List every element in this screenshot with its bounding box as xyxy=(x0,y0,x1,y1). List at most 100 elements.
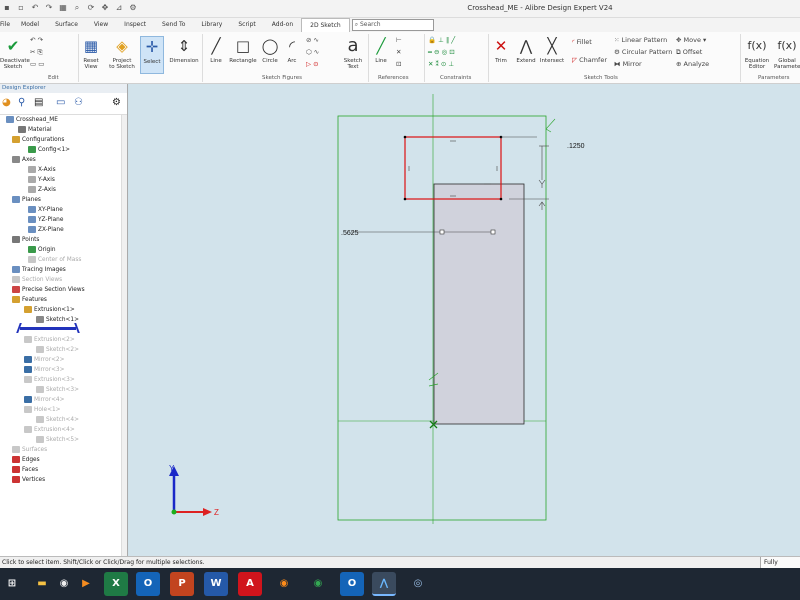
paste-icon[interactable]: ▭ ▭ xyxy=(30,60,44,68)
chrome-icon-2[interactable]: ◉ xyxy=(306,572,330,596)
rollback-bar[interactable] xyxy=(16,323,80,333)
chrome-icon[interactable]: ◉ xyxy=(52,572,76,596)
tree-item[interactable]: Section Views xyxy=(12,275,62,285)
tree-scrollbar[interactable] xyxy=(121,115,127,556)
lock-icon[interactable]: 🔒 ⊥ ∥ ╱ xyxy=(428,36,455,44)
select-button[interactable]: ✛ Select xyxy=(140,36,164,74)
outlook-icon-2[interactable]: O xyxy=(340,572,364,596)
hierarchy-icon[interactable]: ⚇ xyxy=(74,97,83,108)
tree-item[interactable]: Features xyxy=(12,295,47,305)
menu-2d-sketch[interactable]: 2D Sketch xyxy=(301,18,350,32)
vertex-point[interactable] xyxy=(403,135,407,139)
dimension-handle[interactable] xyxy=(490,229,496,235)
linear-pattern-button[interactable]: ⁙ Linear Pattern xyxy=(614,36,667,44)
tree-item[interactable]: Mirror<3> xyxy=(24,365,64,375)
outlook-icon[interactable]: O xyxy=(136,572,160,596)
extrusion-face[interactable] xyxy=(433,183,525,425)
tree-item[interactable]: X-Axis xyxy=(28,165,56,175)
firefox-icon[interactable]: ◉ xyxy=(272,572,296,596)
gear-icon[interactable]: ⚙ xyxy=(112,97,121,108)
coincident-icon[interactable]: ✕ ⁑ ⊙ ⊥ xyxy=(428,60,454,68)
tree-item[interactable]: Sketch<5> xyxy=(36,435,79,445)
reset-view-button[interactable]: ▦ Reset View xyxy=(80,36,102,74)
analyze-button[interactable]: ⊕ Analyze xyxy=(676,60,709,68)
circular-pattern-button[interactable]: ⚙ Circular Pattern xyxy=(614,48,672,56)
menu-file[interactable]: File xyxy=(0,18,13,32)
dimension-button[interactable]: ⇕ Dimension xyxy=(168,36,200,74)
chamfer-button[interactable]: ◸ Chamfer xyxy=(572,56,607,64)
vertex-point[interactable] xyxy=(403,197,407,201)
tree-item[interactable]: Tracing Images xyxy=(12,265,66,275)
global-parameters-button[interactable]: f(x) Global Parameters xyxy=(774,36,800,74)
offset-button[interactable]: ⧉ Offset xyxy=(676,48,702,56)
tree-item[interactable]: Vertices xyxy=(12,475,45,485)
project-to-sketch-button[interactable]: ◈ Project to Sketch xyxy=(108,36,136,74)
tangent-icon[interactable]: ═ ⊖ ◎ ⊡ xyxy=(428,48,455,56)
tree-item[interactable]: XY-Plane xyxy=(28,205,63,215)
tree-item[interactable]: Points xyxy=(12,235,39,245)
point-icon[interactable]: ▷ ⊙ xyxy=(306,60,319,68)
tree-item[interactable]: Edges xyxy=(12,455,40,465)
reference-plane-icon[interactable]: ⊡ xyxy=(396,60,401,68)
powerpoint-icon[interactable]: P xyxy=(170,572,194,596)
excel-icon[interactable]: X xyxy=(104,572,128,596)
circle-button[interactable]: ◯ Circle xyxy=(260,36,280,74)
viewport[interactable]: .1250 .5625 Y Z xyxy=(129,84,800,556)
color-wheel-icon[interactable]: ◕ xyxy=(2,97,11,108)
list-icon[interactable]: ▤ xyxy=(34,97,43,108)
menu-surface[interactable]: Surface xyxy=(47,18,86,32)
tree-item[interactable]: Planes xyxy=(12,195,41,205)
menu-add-on[interactable]: Add-on xyxy=(264,18,301,32)
dimension-left-label[interactable]: .5625 xyxy=(341,230,359,237)
trim-button[interactable]: ✕ Trim xyxy=(490,36,512,74)
move-button[interactable]: ✥ Move ▾ xyxy=(676,36,706,44)
cut-icon[interactable]: ✂ ⎘ xyxy=(30,48,43,56)
deactivate-sketch-button[interactable]: ✔ Deactivate Sketch xyxy=(0,36,30,74)
sketch-text-button[interactable]: a Sketch Text xyxy=(340,36,366,74)
media-player-icon[interactable]: ▶ xyxy=(74,572,98,596)
tree-item[interactable]: Sketch<3> xyxy=(36,385,79,395)
spline-icon[interactable]: ⬡ ∿ xyxy=(306,48,319,56)
undo-icon[interactable]: ↶ ↷ xyxy=(30,36,43,44)
vertex-point[interactable] xyxy=(499,197,503,201)
monitor-icon[interactable]: ▭ xyxy=(56,97,65,108)
tree-item[interactable]: Axes xyxy=(12,155,36,165)
fillet-button[interactable]: ◜ Fillet xyxy=(572,38,592,46)
tree-icon[interactable]: ⚲ xyxy=(18,97,25,108)
reference-point-icon[interactable]: ⊢ xyxy=(396,36,402,44)
word-icon[interactable]: W xyxy=(204,572,228,596)
tree-item[interactable]: Precise Section Views xyxy=(12,285,85,295)
tree-item[interactable]: Config<1> xyxy=(28,145,70,155)
menu-script[interactable]: Script xyxy=(230,18,263,32)
extend-button[interactable]: ⋀ Extend xyxy=(514,36,538,74)
tree-item[interactable]: Mirror<4> xyxy=(24,395,64,405)
file-explorer-icon[interactable]: ▬ xyxy=(30,572,54,596)
tree-item[interactable]: ZX-Plane xyxy=(28,225,64,235)
arc-button[interactable]: ◜ Arc xyxy=(282,36,302,74)
tree-item[interactable]: Origin xyxy=(28,245,56,255)
reference-line-button[interactable]: ╱ Line xyxy=(370,36,392,74)
tree-item[interactable]: YZ-Plane xyxy=(28,215,63,225)
origin-marker[interactable] xyxy=(429,420,438,429)
tree-item[interactable]: Faces xyxy=(12,465,38,475)
tree-item[interactable]: Z-Axis xyxy=(28,185,56,195)
tree-item[interactable]: Extrusion<1> xyxy=(24,305,75,315)
acrobat-icon[interactable]: A xyxy=(238,572,262,596)
tree-item[interactable]: Extrusion<4> xyxy=(24,425,75,435)
tree-item[interactable]: Extrusion<2> xyxy=(24,335,75,345)
tool-icon[interactable]: ◎ xyxy=(406,572,430,596)
menu-view[interactable]: View xyxy=(86,18,116,32)
mirror-button[interactable]: ⧓ Mirror xyxy=(614,60,642,68)
tree-item[interactable]: Hole<1> xyxy=(24,405,61,415)
tree-item[interactable]: Sketch<4> xyxy=(36,415,79,425)
rectangle-button[interactable]: □ Rectangle xyxy=(228,36,258,74)
start-icon[interactable]: ⊞ xyxy=(0,572,24,596)
menu-model[interactable]: Model xyxy=(13,18,47,32)
reference-axis-icon[interactable]: ✕ xyxy=(396,48,401,56)
tree-item[interactable]: Center of Mass xyxy=(28,255,81,265)
equation-editor-button[interactable]: f(x) Equation Editor xyxy=(742,36,772,74)
line-button[interactable]: ╱ Line xyxy=(206,36,226,74)
polyline-icon[interactable]: ⊘ ∿ xyxy=(306,36,319,44)
dimension-handle[interactable] xyxy=(439,229,445,235)
tree-item[interactable]: Crosshead_ME xyxy=(6,115,58,125)
